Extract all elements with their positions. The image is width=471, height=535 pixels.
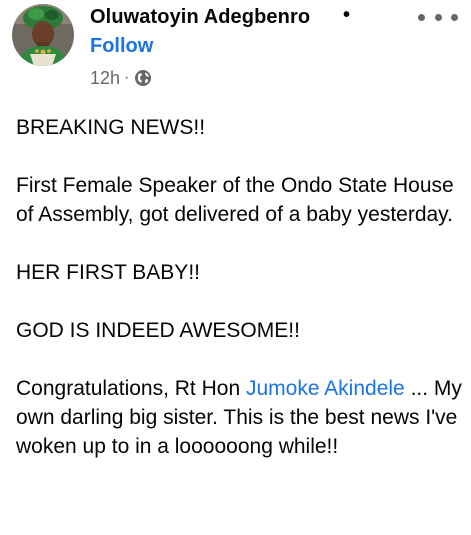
avatar-image <box>12 4 74 66</box>
meta-separator: · <box>124 69 130 86</box>
post-text: Congratulations, Rt Hon <box>16 377 246 400</box>
author-avatar[interactable] <box>12 4 74 66</box>
post-paragraph: Congratulations, Rt Hon Jumoke Akindele … <box>16 374 464 461</box>
follow-button[interactable]: Follow <box>90 35 153 58</box>
author-name[interactable]: Oluwatoyin Adegbenro <box>90 6 310 29</box>
facebook-post: Oluwatoyin Adegbenro • Follow 12h · BREA… <box>0 0 471 535</box>
post-meta: 12h · <box>90 67 152 89</box>
post-paragraph: First Female Speaker of the Ondo State H… <box>16 174 454 226</box>
post-paragraph: GOD IS INDEED AWESOME!! <box>16 319 300 342</box>
ellipsis-dot-icon <box>418 13 425 21</box>
ellipsis-dot-icon <box>434 13 442 21</box>
globe-icon[interactable] <box>134 69 152 87</box>
post-body: BREAKING NEWS!! First Female Speaker of … <box>16 113 464 490</box>
name-follow-separator: • <box>343 4 351 26</box>
post-paragraph: BREAKING NEWS!! <box>16 116 206 139</box>
more-options-button[interactable] <box>418 6 458 28</box>
ellipsis-dot-icon <box>451 13 458 21</box>
tagged-person-link[interactable]: Jumoke Akindele <box>246 377 405 400</box>
post-header: Oluwatoyin Adegbenro • Follow 12h · <box>0 0 471 100</box>
post-paragraph: HER FIRST BABY!! <box>16 261 200 284</box>
post-timestamp[interactable]: 12h <box>90 68 120 89</box>
